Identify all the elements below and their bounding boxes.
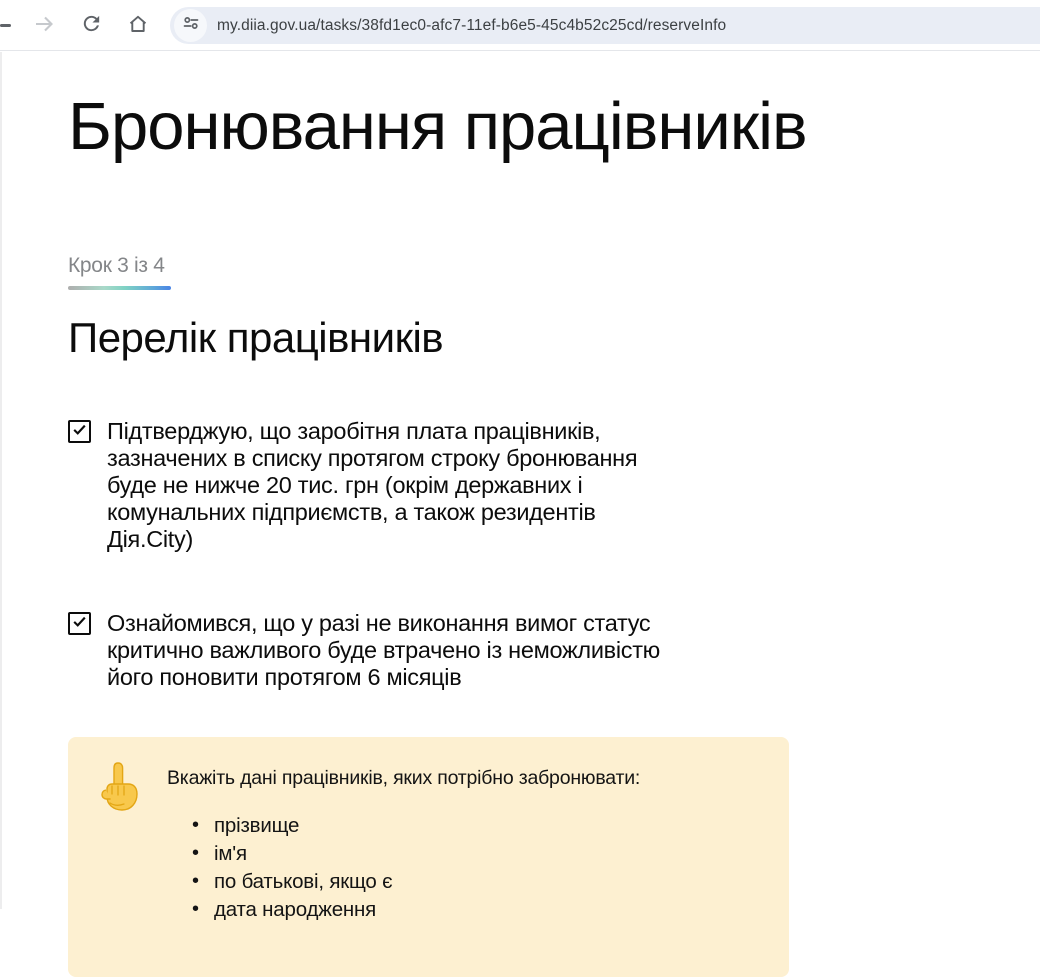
status-loss-row: Ознайомився, що у разі не виконання вимо…	[68, 610, 660, 691]
checkmark-icon	[71, 421, 88, 443]
step-indicator: Крок 3 із 4	[68, 254, 165, 278]
page-title: Бронювання працівників	[68, 88, 807, 165]
forward-button[interactable]	[31, 13, 57, 39]
index-pointing-up-emoji	[98, 759, 140, 821]
list-item: прізвище	[192, 816, 392, 835]
browser-toolbar: my.diia.gov.ua/tasks/38fd1ec0-afc7-11ef-…	[0, 0, 1040, 51]
forward-arrow-icon	[32, 12, 56, 41]
home-icon	[126, 12, 150, 41]
url-text[interactable]: my.diia.gov.ua/tasks/38fd1ec0-afc7-11ef-…	[217, 17, 726, 35]
required-fields-list: прізвище ім'я по батькові, якщо є дата н…	[192, 807, 392, 919]
salary-confirmation-label[interactable]: Підтверджую, що заробітня плата працівни…	[107, 418, 637, 553]
url-bar[interactable]: my.diia.gov.ua/tasks/38fd1ec0-afc7-11ef-…	[170, 7, 1040, 44]
back-arrow-icon[interactable]	[0, 24, 11, 27]
reload-button[interactable]	[78, 13, 104, 39]
page-content: Бронювання працівників Крок 3 із 4 Перел…	[0, 52, 1040, 909]
home-button[interactable]	[125, 13, 151, 39]
salary-confirmation-checkbox[interactable]	[68, 420, 91, 443]
reload-icon	[80, 12, 103, 40]
site-info-button[interactable]	[174, 9, 207, 42]
section-title: Перелік працівників	[68, 314, 443, 362]
tune-icon	[181, 13, 201, 38]
list-item: дата народження	[192, 900, 392, 919]
info-box-intro: Вкажіть дані працівників, яких потрібно …	[167, 767, 640, 790]
status-loss-label[interactable]: Ознайомився, що у разі не виконання вимо…	[107, 610, 660, 691]
status-loss-checkbox[interactable]	[68, 612, 91, 635]
list-item: по батькові, якщо є	[192, 872, 392, 891]
step-progress-bar	[68, 286, 171, 290]
checkmark-icon	[71, 613, 88, 635]
salary-confirmation-row: Підтверджую, що заробітня плата працівни…	[68, 418, 637, 553]
list-item: ім'я	[192, 844, 392, 863]
info-box: Вкажіть дані працівників, яких потрібно …	[68, 737, 789, 977]
